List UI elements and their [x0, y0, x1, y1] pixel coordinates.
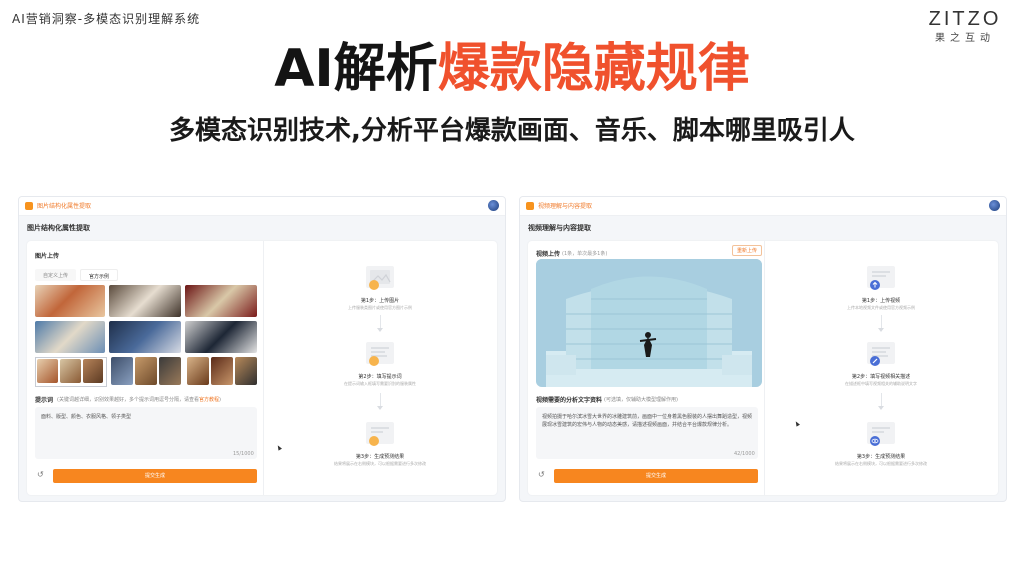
- image-upload-icon: [366, 266, 394, 290]
- example-image[interactable]: [109, 285, 181, 317]
- app-brand-name[interactable]: 视频理解与内容提取: [538, 201, 592, 210]
- avatar[interactable]: [989, 200, 1000, 211]
- step-arrow: [377, 393, 383, 410]
- thumbnail[interactable]: [235, 357, 257, 385]
- eye-icon: [867, 422, 895, 446]
- page-title: 图片结构化属性提取: [27, 224, 90, 232]
- step-1-title: 第1步：上传图片: [360, 298, 400, 304]
- headline-dark: AI解析: [274, 39, 438, 99]
- example-image[interactable]: [185, 285, 257, 317]
- step-2-title: 第2步：填写提示词: [358, 374, 402, 380]
- prompt-label: 视频需要的分析文字资料: [536, 397, 603, 404]
- upload-section-title: 视频上传: [536, 251, 561, 258]
- example-image[interactable]: [109, 321, 181, 353]
- main-card: 图片上传 自定义上传 官方示例 提示词 (关键词越详细，识别效果越好，多个提示词…: [27, 241, 497, 495]
- column-divider: [764, 241, 765, 495]
- headline: AI解析爆款隐藏规律: [0, 38, 1024, 100]
- image-extraction-panel: 图片结构化属性提取 图片结构化属性提取 图片上传 自定义上传 官方示例 提示词 …: [18, 196, 506, 502]
- edit-icon: [867, 342, 895, 366]
- upload-icon: [867, 266, 895, 290]
- upload-tabs: 自定义上传 官方示例: [35, 269, 119, 281]
- thumbnail[interactable]: [60, 359, 81, 383]
- main-card: 视频上传 (1条，单次最多1条) 重新上传 视频需要的分析文字资料 (可选填，仅…: [528, 241, 998, 495]
- thumbnail[interactable]: [111, 357, 133, 385]
- top-label: AI营销洞察-多模态识别理解系统: [12, 12, 201, 26]
- thumbnail[interactable]: [159, 357, 181, 385]
- page-title: 视频理解与内容提取: [528, 224, 591, 232]
- video-understanding-panel: 视频理解与内容提取 视频理解与内容提取 视频上传 (1条，单次最多1条) 重新上…: [519, 196, 1007, 502]
- thumbnail[interactable]: [83, 359, 103, 383]
- step-1-title: 第1步：上传视频: [861, 298, 901, 304]
- step-3-title: 第3步：生成预测结果: [355, 454, 405, 460]
- logo-main-text: ZITZO: [928, 8, 1002, 30]
- document-icon: [366, 342, 394, 366]
- step-3-desc: 结果将展示在右侧模块，可以根据需要进行多次修改: [835, 461, 927, 466]
- reset-icon[interactable]: ↺: [37, 470, 44, 479]
- step-3-title: 第3步：生成预测结果: [856, 454, 906, 460]
- step-2-desc: 在提示词输入框填写需要识别的服装属性: [344, 381, 416, 386]
- step-2-title: 第2步：填写视频相关描述: [851, 374, 911, 380]
- ice-castle-image: [536, 259, 762, 387]
- thumbnail[interactable]: [187, 357, 209, 385]
- submit-button[interactable]: 提交生成: [554, 469, 758, 483]
- headline-accent: 爆款隐藏规律: [437, 39, 750, 99]
- char-counter: 15/1000: [233, 451, 254, 457]
- reupload-button[interactable]: 重新上传: [731, 245, 762, 256]
- tab-custom-upload[interactable]: 自定义上传: [35, 269, 77, 281]
- step-arrow: [878, 393, 884, 410]
- panel-topbar: 视频理解与内容提取: [520, 197, 1006, 216]
- prompt-help: (关键词越详细，识别效果越好，多个提示词用逗号分隔，请查看官方教程): [57, 397, 221, 403]
- step-2-desc: 在描述框中填写视频相关的辅助说明文字: [845, 381, 917, 386]
- step-3-desc: 结果将展示在右侧模块，可以根据需要进行多次修改: [334, 461, 426, 466]
- thumbnail[interactable]: [37, 359, 58, 383]
- prompt-input-value: 面料、版型、颜色、衣服风格、领子类型: [41, 414, 132, 420]
- step-1-desc: 上传服装类图片或使用官方图片示例: [348, 305, 412, 310]
- example-image[interactable]: [35, 321, 105, 353]
- example-image[interactable]: [185, 321, 257, 353]
- tab-official-examples[interactable]: 官方示例: [80, 269, 119, 281]
- char-counter: 42/1000: [734, 451, 755, 457]
- step-arrow: [377, 315, 383, 332]
- app-logo-icon: [526, 202, 534, 210]
- video-description-value: 视频拍摄于哈尔滨冰雪大世界的冰雕建筑前，画面中一位身着黑色服装的人摆出舞蹈造型，…: [542, 414, 753, 428]
- subheadline: 多模态识别技术,分析平台爆款画面、音乐、脚本哪里吸引人: [169, 116, 855, 146]
- app-brand-name[interactable]: 图片结构化属性提取: [37, 201, 91, 210]
- panel-topbar: 图片结构化属性提取: [19, 197, 505, 216]
- avatar[interactable]: [488, 200, 499, 211]
- thumbnail[interactable]: [135, 357, 157, 385]
- column-divider: [263, 241, 264, 495]
- tutorial-link[interactable]: 官方教程: [199, 397, 219, 403]
- step-1-desc: 上传本地视频文件或使用官方视频示例: [847, 305, 915, 310]
- step-arrow: [878, 315, 884, 332]
- upload-section-hint: (1条，单次最多1条): [562, 251, 608, 257]
- prompt-label: 提示词: [35, 397, 54, 404]
- thumbnail[interactable]: [211, 357, 233, 385]
- result-icon: [366, 422, 394, 446]
- prompt-help: (可选填，仅辅助大模型理解作用): [604, 397, 678, 403]
- app-logo-icon: [25, 202, 33, 210]
- video-preview[interactable]: [536, 259, 762, 387]
- reset-icon[interactable]: ↺: [538, 470, 545, 479]
- submit-button[interactable]: 提交生成: [53, 469, 257, 483]
- example-image[interactable]: [35, 285, 105, 317]
- upload-section-title: 图片上传: [35, 253, 60, 260]
